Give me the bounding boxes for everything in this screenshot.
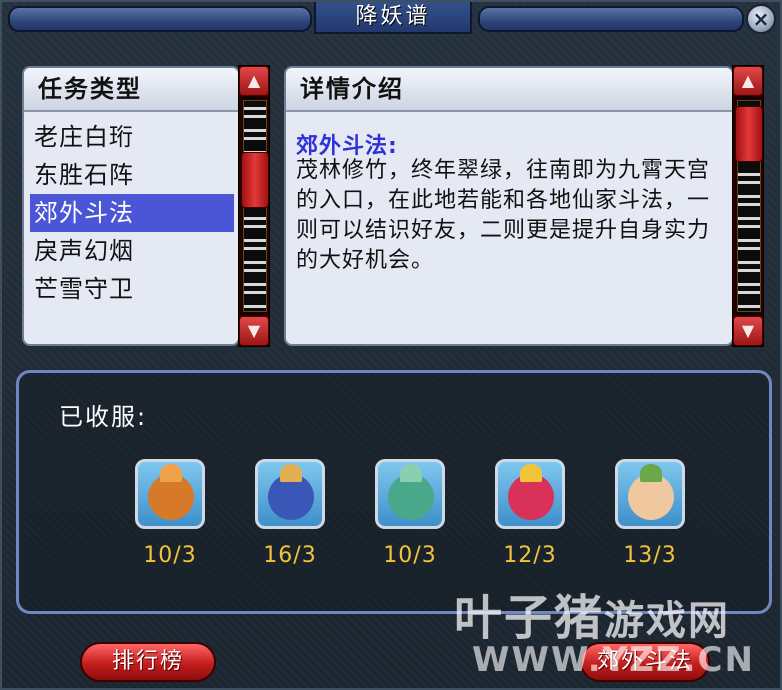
close-button[interactable]: × [746, 4, 776, 34]
detail-scrollbar[interactable]: ▲ ▼ [732, 65, 764, 347]
close-icon: × [752, 7, 770, 31]
monster-count: 12/3 [503, 543, 557, 568]
monster-slot[interactable]: 10/3 [133, 459, 207, 568]
detail-header: 详情介绍 [286, 68, 732, 112]
monster-slot[interactable]: 10/3 [373, 459, 447, 568]
captured-label: 已收服: [59, 403, 148, 431]
watermark-brand: 叶子猪 [454, 590, 605, 646]
monster-count: 13/3 [623, 543, 677, 568]
watermark-logo: 叶子猪游戏网 WWW.YZZ.CN [454, 578, 753, 680]
scroll-up-arrow-icon[interactable]: ▲ [239, 66, 269, 96]
task-type-list: 老庄白珩 东胜石阵 郊外斗法 戾声幻烟 芒雪守卫 [30, 118, 234, 308]
watermark-url: WWW.YZZ.CN [472, 640, 755, 680]
ranking-button[interactable]: 排行榜 [80, 642, 216, 682]
task-item-lisheng[interactable]: 戾声幻烟 [30, 232, 234, 270]
task-item-mangxue[interactable]: 芒雪守卫 [30, 270, 234, 308]
window-title: 降妖谱 [314, 2, 472, 34]
detail-description: 茂林修竹，终年翠绿，往南即为九霄天宫的入口，在此地若能和各地仙家斗法，一则可以结… [296, 158, 711, 273]
dialog-window: 降妖谱 × 任务类型 老庄白珩 东胜石阵 郊外斗法 戾声幻烟 芒雪守卫 ▲ ▼ … [0, 0, 782, 690]
red-bird-icon[interactable] [495, 459, 565, 529]
detail-panel: 详情介绍 郊外斗法: 茂林修竹，终年翠绿，往南即为九霄天宫的入口，在此地若能和各… [284, 66, 734, 346]
task-item-jiaowai[interactable]: 郊外斗法 [30, 194, 234, 232]
monster-slot[interactable]: 13/3 [613, 459, 687, 568]
teal-dragon-icon[interactable] [375, 459, 445, 529]
task-type-header: 任务类型 [24, 68, 238, 112]
monster-slot[interactable]: 16/3 [253, 459, 327, 568]
monster-slot[interactable]: 12/3 [493, 459, 567, 568]
scroll-thumb[interactable] [735, 106, 763, 162]
task-item-laozhuang[interactable]: 老庄白珩 [30, 118, 234, 156]
title-bar-left [8, 6, 312, 32]
task-item-dongsheng[interactable]: 东胜石阵 [30, 156, 234, 194]
monster-count: 10/3 [383, 543, 437, 568]
monster-count: 10/3 [143, 543, 197, 568]
blue-armor-warrior-icon[interactable] [255, 459, 325, 529]
scroll-down-arrow-icon[interactable]: ▼ [733, 316, 763, 346]
task-type-panel: 任务类型 老庄白珩 东胜石阵 郊外斗法 戾声幻烟 芒雪守卫 [22, 66, 240, 346]
title-bar-right [478, 6, 744, 32]
monster-count: 16/3 [263, 543, 317, 568]
orange-beast-icon[interactable] [135, 459, 205, 529]
scroll-thumb[interactable] [241, 152, 269, 208]
scroll-up-arrow-icon[interactable]: ▲ [733, 66, 763, 96]
scroll-down-arrow-icon[interactable]: ▼ [239, 316, 269, 346]
task-list-scrollbar[interactable]: ▲ ▼ [238, 65, 270, 347]
watermark-site: 游戏网 [604, 598, 731, 644]
green-hair-girl-icon[interactable] [615, 459, 685, 529]
